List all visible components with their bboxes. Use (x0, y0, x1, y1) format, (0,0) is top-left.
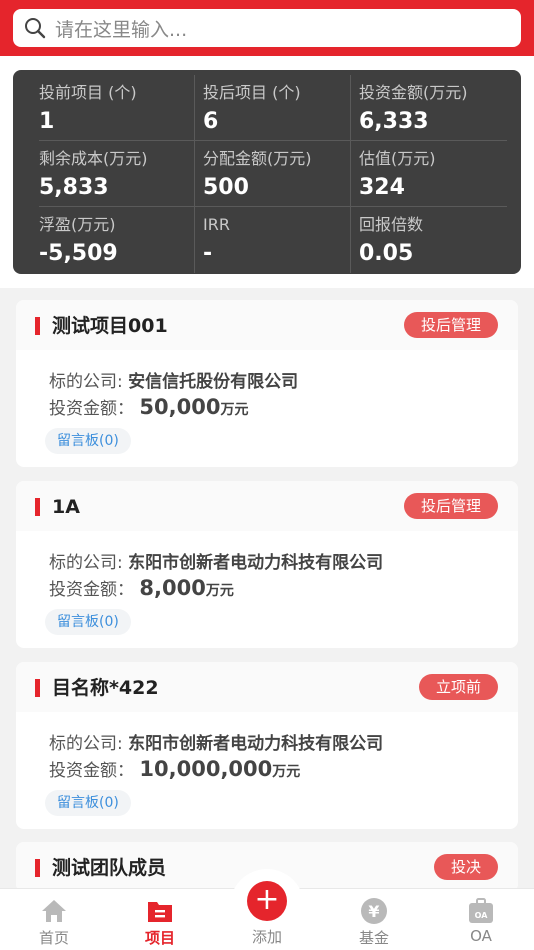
stat-valuation[interactable]: 估值(万元) 324 (351, 141, 507, 207)
company-name: 东阳市创新者电动力科技有限公司 (128, 553, 384, 573)
stat-value: -5,509 (39, 241, 118, 266)
stats-panel: 投前项目 (个) 1 投后项目 (个) 6 投资金额(万元) 6,333 剩余成… (13, 70, 521, 274)
amount-label: 投资金额： (49, 761, 134, 781)
card-header: 1A 投后管理 (16, 481, 518, 531)
add-label: 添加 (251, 928, 282, 946)
stat-label: 分配金额(万元) (203, 149, 312, 168)
stat-value: 6,333 (359, 109, 429, 134)
stat-label: 剩余成本(万元) (39, 149, 148, 168)
stat-pre-investment-projects[interactable]: 投前项目 (个) 1 (39, 75, 195, 141)
amount-unit: 万元 (205, 583, 234, 599)
project-title: 1A (52, 496, 80, 518)
stat-value: 6 (203, 109, 219, 134)
card-header: 目名称*422 立项前 (16, 662, 518, 712)
amount-label: 投资金额： (49, 399, 134, 419)
stat-label: 估值(万元) (359, 149, 436, 168)
amount-row: 投资金额： 10,000,000万元 (49, 756, 300, 781)
amount-value: 50,000 (139, 395, 221, 419)
amount-row: 投资金额： 8,000万元 (49, 575, 234, 600)
company-label: 标的公司: (49, 553, 123, 573)
amount-unit: 万元 (220, 402, 249, 418)
stat-value: 1 (39, 109, 55, 134)
yuan-symbol: ¥ (368, 902, 379, 921)
tab-fund[interactable]: ¥ 基金 (329, 889, 419, 950)
company-label: 标的公司: (49, 372, 123, 392)
tab-label: 基金 (358, 929, 389, 947)
project-folder-icon (148, 902, 172, 922)
company-row: 标的公司: 安信信托股份有限公司 (49, 367, 298, 392)
card-accent-bar (35, 317, 40, 335)
yuan-coin-icon: ¥ (361, 898, 387, 924)
status-badge: 立项前 (418, 674, 498, 700)
stat-floating-profit[interactable]: 浮盈(万元) -5,509 (39, 207, 195, 273)
tab-label: 首页 (38, 929, 69, 947)
stat-return-multiple[interactable]: 回报倍数 0.05 (351, 207, 507, 273)
stat-label: 投资金额(万元) (359, 83, 468, 102)
card-accent-bar (35, 498, 40, 516)
stat-label: IRR (203, 215, 230, 234)
project-card[interactable]: 目名称*422 立项前 标的公司: 东阳市创新者电动力科技有限公司 投资金额： … (16, 662, 518, 829)
project-card[interactable]: 1A 投后管理 标的公司: 东阳市创新者电动力科技有限公司 投资金额： 8,00… (16, 481, 518, 648)
stats-section: 投前项目 (个) 1 投后项目 (个) 6 投资金额(万元) 6,333 剩余成… (0, 56, 534, 288)
company-name: 安信信托股份有限公司 (128, 372, 299, 392)
company-row: 标的公司: 东阳市创新者电动力科技有限公司 (49, 548, 383, 573)
tab-home[interactable]: 首页 (9, 889, 99, 950)
amount-unit: 万元 (272, 764, 301, 780)
message-board-button[interactable]: 留言板(0) (45, 609, 131, 635)
company-label: 标的公司: (49, 734, 123, 754)
message-board-button[interactable]: 留言板(0) (45, 428, 131, 454)
stat-irr[interactable]: IRR - (195, 207, 351, 273)
search-placeholder: 请在这里输入... (55, 18, 188, 41)
stat-label: 浮盈(万元) (39, 215, 116, 234)
status-badge: 投后管理 (403, 493, 498, 519)
project-card[interactable]: 测试项目001 投后管理 标的公司: 安信信托股份有限公司 投资金额： 50,0… (16, 300, 518, 467)
amount-value: 8,000 (139, 576, 206, 600)
stat-post-investment-projects[interactable]: 投后项目 (个) 6 (195, 75, 351, 141)
tab-label: OA (470, 927, 492, 945)
header: 请在这里输入... (0, 0, 534, 56)
stat-value: 0.05 (359, 241, 414, 266)
company-name: 东阳市创新者电动力科技有限公司 (128, 734, 384, 754)
tab-projects[interactable]: 项目 (115, 889, 205, 950)
tab-oa[interactable]: OA OA (436, 889, 526, 950)
card-header: 测试项目001 投后管理 (16, 300, 518, 350)
amount-value: 10,000,000 (139, 757, 273, 781)
stat-distribution-amount[interactable]: 分配金额(万元) 500 (195, 141, 351, 207)
company-row: 标的公司: 东阳市创新者电动力科技有限公司 (49, 729, 383, 754)
amount-label: 投资金额： (49, 580, 134, 600)
status-badge: 投后管理 (403, 312, 498, 338)
tab-label: 项目 (144, 929, 175, 947)
amount-row: 投资金额： 50,000万元 (49, 394, 248, 419)
stat-label: 回报倍数 (359, 215, 424, 234)
search-icon (25, 18, 46, 39)
project-title: 目名称*422 (52, 677, 159, 699)
project-title: 测试项目001 (52, 315, 168, 337)
stat-value: 5,833 (39, 175, 109, 200)
oa-symbol: OA (475, 911, 489, 920)
stat-value: 324 (359, 175, 405, 200)
card-accent-bar (35, 679, 40, 697)
stat-label: 投后项目 (个) (203, 83, 301, 102)
search-input[interactable]: 请在这里输入... (13, 9, 521, 47)
stat-remaining-cost[interactable]: 剩余成本(万元) 5,833 (39, 141, 195, 207)
project-title: 测试团队成员 (52, 857, 167, 879)
status-badge: 投决 (433, 854, 498, 880)
briefcase-icon: OA (469, 898, 493, 923)
home-icon (42, 900, 66, 922)
card-accent-bar (35, 859, 40, 877)
stat-label: 投前项目 (个) (39, 83, 137, 102)
stat-value: - (203, 241, 213, 266)
stat-investment-amount[interactable]: 投资金额(万元) 6,333 (351, 75, 507, 141)
message-board-button[interactable]: 留言板(0) (45, 790, 131, 816)
add-button[interactable]: + (247, 881, 287, 921)
stat-value: 500 (203, 175, 249, 200)
